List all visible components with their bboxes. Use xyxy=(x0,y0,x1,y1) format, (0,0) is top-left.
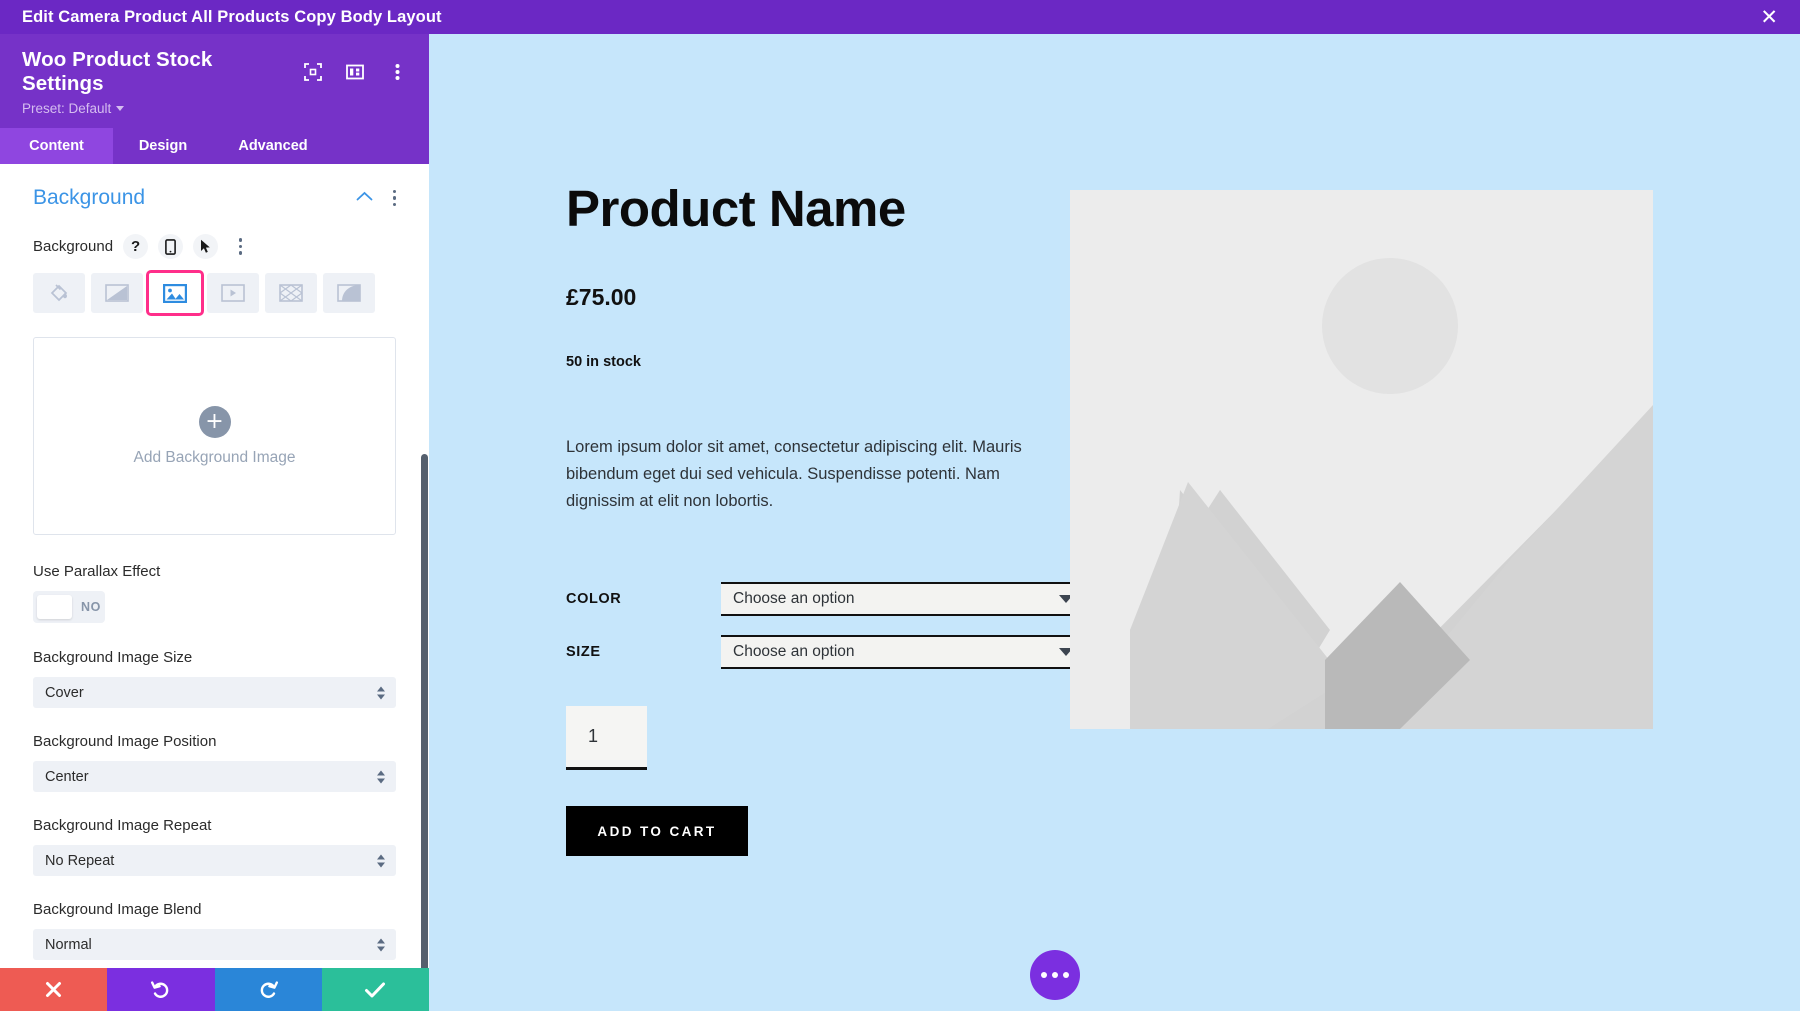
plus-icon: + xyxy=(198,405,231,438)
more-options-fab[interactable] xyxy=(1030,950,1080,1000)
toggle-knob xyxy=(37,595,73,619)
settings-panel: Woo Product Stock Settings Preset: Defau… xyxy=(0,34,429,1011)
panel-action-bar xyxy=(0,968,429,1011)
parallax-value: NO xyxy=(81,600,101,614)
attribute-select-size[interactable]: Choose an option xyxy=(721,635,1085,669)
save-button[interactable] xyxy=(321,968,429,1011)
product-image-placeholder xyxy=(1070,190,1653,729)
bg-image-position-select[interactable]: Center xyxy=(33,761,396,792)
close-icon[interactable]: ✕ xyxy=(1754,5,1784,30)
panel-scroll-body: Background Background ? + Add Background… xyxy=(0,164,429,968)
background-more-icon[interactable] xyxy=(228,234,253,259)
product-price: £75.00 xyxy=(566,284,637,310)
chevron-up-icon[interactable] xyxy=(356,189,373,207)
bg-image-position-label: Background Image Position xyxy=(33,733,217,750)
tab-advanced[interactable]: Advanced xyxy=(213,128,333,164)
bg-image-blend-select[interactable]: Normal xyxy=(33,929,396,960)
product-description: Lorem ipsum dolor sit amet, consectetur … xyxy=(566,438,1022,511)
background-type-switcher xyxy=(33,270,396,316)
window-title: Edit Camera Product All Products Copy Bo… xyxy=(22,7,442,26)
fullscreen-icon[interactable] xyxy=(303,62,323,82)
preset-selector[interactable]: Preset: Default xyxy=(22,101,407,116)
bg-image-position-value: Center xyxy=(45,768,89,785)
add-to-cart-button[interactable]: ADD TO CART xyxy=(566,806,748,856)
quantity-input[interactable]: 1 xyxy=(566,706,647,770)
background-type-color[interactable] xyxy=(33,273,85,313)
parallax-toggle[interactable]: NO xyxy=(33,591,105,623)
background-type-pattern[interactable] xyxy=(265,273,317,313)
stepper-arrows-icon xyxy=(377,854,385,867)
background-type-mask[interactable] xyxy=(323,273,375,313)
background-type-image[interactable] xyxy=(146,270,204,316)
responsive-phone-icon[interactable] xyxy=(158,234,184,259)
undo-button[interactable] xyxy=(107,968,215,1011)
attribute-value-size: Choose an option xyxy=(733,643,855,660)
background-section-header: Background xyxy=(33,186,396,210)
bg-image-repeat-select[interactable]: No Repeat xyxy=(33,845,396,876)
product-title: Product Name xyxy=(566,180,906,237)
background-field-header: Background ? xyxy=(33,234,396,259)
stepper-arrows-icon xyxy=(377,770,385,783)
bg-image-size-select[interactable]: Cover xyxy=(33,677,396,708)
chevron-down-icon xyxy=(116,106,125,111)
attribute-row-size: SIZE Choose an option xyxy=(566,635,1085,669)
attribute-select-color[interactable]: Choose an option xyxy=(721,582,1085,616)
page-preview: Product Name £75.00 50 in stock Lorem ip… xyxy=(429,34,1800,1011)
hover-cursor-icon[interactable] xyxy=(193,234,219,259)
background-type-gradient[interactable] xyxy=(91,273,143,313)
stepper-arrows-icon xyxy=(377,938,385,951)
attribute-label-size: SIZE xyxy=(566,644,601,660)
bg-image-size-label: Background Image Size xyxy=(33,649,193,666)
bg-image-blend-value: Normal xyxy=(45,936,92,953)
attribute-row-color: COLOR Choose an option xyxy=(566,582,1085,616)
background-field-label: Background xyxy=(33,238,114,255)
attribute-value-color: Choose an option xyxy=(733,590,855,607)
layout-columns-icon[interactable] xyxy=(345,62,365,82)
bg-image-repeat-value: No Repeat xyxy=(45,852,115,869)
parallax-label: Use Parallax Effect xyxy=(33,563,161,580)
section-title[interactable]: Background xyxy=(33,186,145,210)
add-background-image-dropzone[interactable]: + Add Background Image xyxy=(33,337,396,535)
preset-label: Preset: Default xyxy=(22,101,112,116)
background-type-video[interactable] xyxy=(207,273,259,313)
stepper-arrows-icon xyxy=(377,686,385,699)
window-titlebar: Edit Camera Product All Products Copy Bo… xyxy=(0,0,1800,34)
tab-content[interactable]: Content xyxy=(0,128,113,164)
app-window: Edit Camera Product All Products Copy Bo… xyxy=(0,0,1800,1011)
bg-image-size-value: Cover xyxy=(45,684,84,701)
panel-scrollbar[interactable] xyxy=(421,454,428,968)
attribute-label-color: COLOR xyxy=(566,591,622,607)
section-more-icon[interactable] xyxy=(392,189,396,207)
panel-header: Woo Product Stock Settings Preset: Defau… xyxy=(0,34,429,128)
help-icon[interactable]: ? xyxy=(123,234,149,259)
discard-button[interactable] xyxy=(0,968,108,1011)
tab-design[interactable]: Design xyxy=(113,128,213,164)
more-vertical-icon[interactable] xyxy=(387,62,407,82)
stock-status: 50 in stock xyxy=(566,354,641,370)
dropzone-label: Add Background Image xyxy=(133,448,296,466)
redo-button[interactable] xyxy=(214,968,322,1011)
panel-tabs: Content Design Advanced xyxy=(0,128,429,164)
panel-title: Woo Product Stock Settings xyxy=(22,48,213,95)
bg-image-blend-label: Background Image Blend xyxy=(33,901,202,918)
bg-image-repeat-label: Background Image Repeat xyxy=(33,817,212,834)
